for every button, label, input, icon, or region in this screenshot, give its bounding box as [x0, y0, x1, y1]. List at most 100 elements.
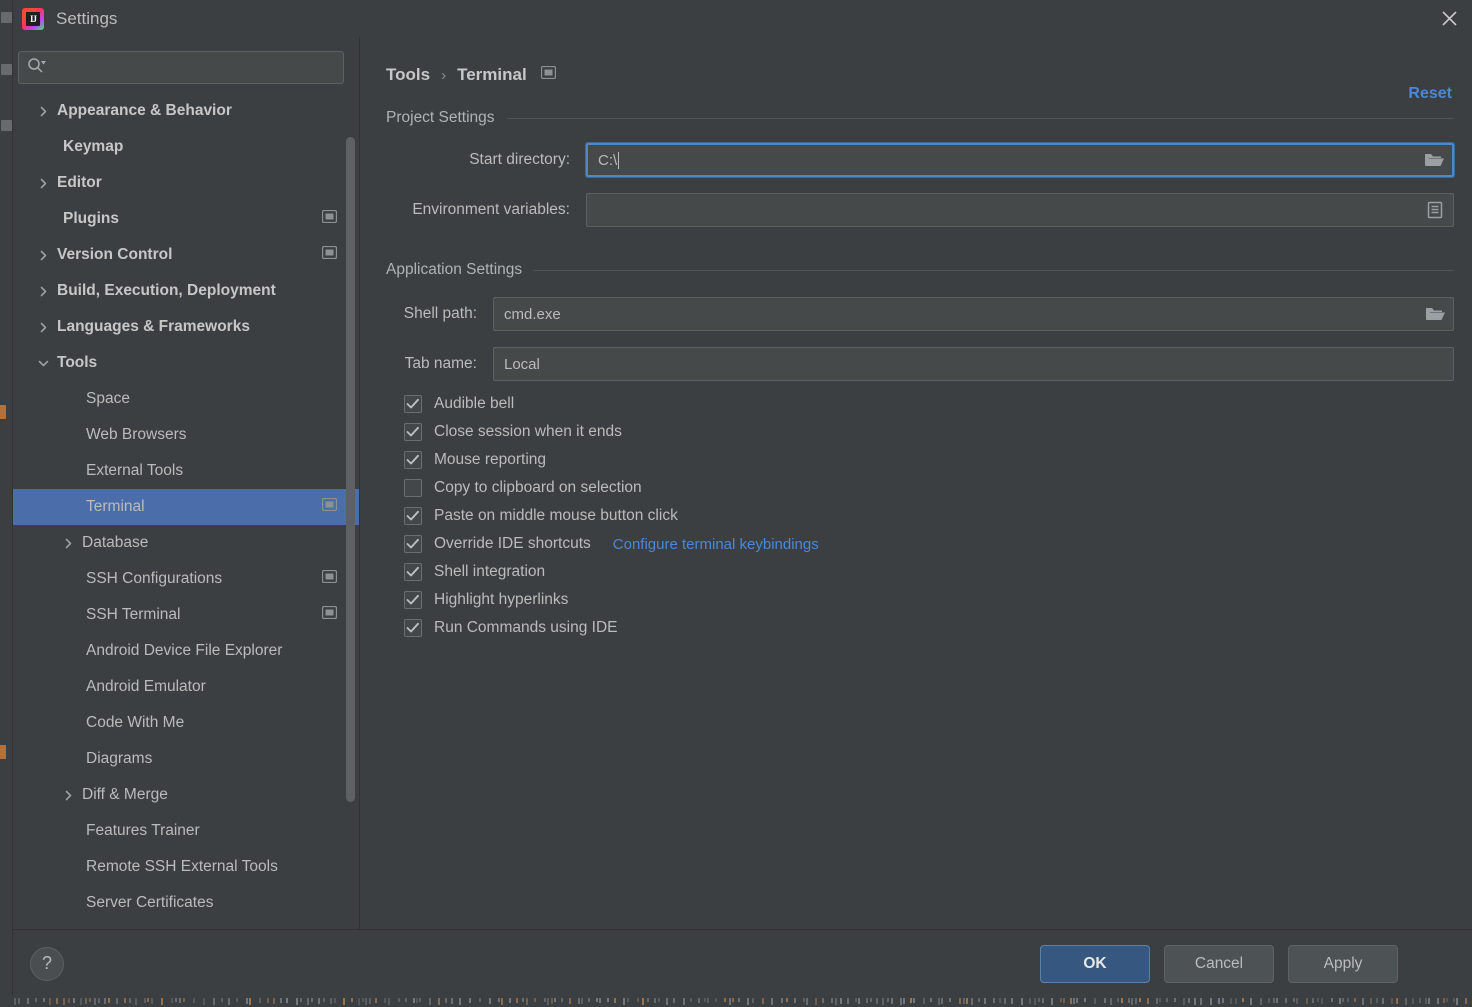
ide-background-text-fragment — [1276, 998, 1278, 1003]
list-document-icon[interactable] — [1423, 199, 1447, 221]
checkbox-close-session-when-it-ends[interactable] — [404, 423, 422, 441]
checkbox-run-commands-using-ide[interactable] — [404, 619, 422, 637]
checkbox-label[interactable]: Mouse reporting — [434, 451, 546, 469]
ide-background-text-fragment — [318, 998, 320, 1004]
checkbox-label[interactable]: Highlight hyperlinks — [434, 591, 568, 609]
search-input[interactable] — [53, 60, 335, 76]
sidebar-item-server-certificates[interactable]: Server Certificates — [13, 885, 359, 921]
footer-buttons: OK Cancel Apply — [1040, 945, 1454, 983]
sidebar-item-android-device-file-explorer[interactable]: Android Device File Explorer — [13, 633, 359, 669]
ide-background-text-fragment — [1376, 998, 1378, 1003]
ide-background-text-fragment — [1250, 998, 1252, 1005]
checkbox-audible-bell[interactable] — [404, 395, 422, 413]
sidebar-item-diff-merge[interactable]: Diff & Merge — [13, 777, 359, 813]
chevron-right-icon[interactable] — [60, 535, 76, 551]
checkbox-label[interactable]: Shell integration — [434, 563, 545, 581]
ide-background-text-fragment — [752, 998, 754, 1003]
sidebar-item-languages-frameworks[interactable]: Languages & Frameworks — [13, 309, 359, 345]
sidebar-item-keymap[interactable]: Keymap — [13, 129, 359, 165]
sidebar-item-code-with-me[interactable]: Code With Me — [13, 705, 359, 741]
ide-background-text-fragment — [1128, 998, 1130, 1003]
search-box[interactable] — [18, 51, 344, 84]
sidebar-item-build-execution-deployment[interactable]: Build, Execution, Deployment — [13, 273, 359, 309]
checkbox-paste-on-middle-mouse-button-click[interactable] — [404, 507, 422, 525]
sidebar-item-ssh-configurations[interactable]: SSH Configurations — [13, 561, 359, 597]
ide-background-text-fragment — [786, 998, 788, 1002]
ide-background-text-fragment — [666, 998, 668, 1005]
sidebar-item-android-emulator[interactable]: Android Emulator — [13, 669, 359, 705]
ide-background-text-fragment — [1200, 998, 1202, 1005]
sidebar-item-label: Version Control — [57, 246, 172, 264]
sidebar-item-external-tools[interactable]: External Tools — [13, 453, 359, 489]
checkbox-label[interactable]: Paste on middle mouse button click — [434, 507, 678, 525]
search-icon — [27, 57, 47, 78]
chevron-right-icon[interactable] — [35, 175, 51, 191]
settings-sidebar: Appearance & BehaviorKeymapEditorPlugins… — [13, 37, 360, 929]
ide-background-text-fragment — [1034, 998, 1036, 1005]
cancel-button[interactable]: Cancel — [1164, 945, 1274, 983]
sidebar-scrollbar[interactable] — [346, 137, 355, 802]
shell-path-field[interactable]: cmd.exe — [493, 297, 1454, 331]
sidebar-item-version-control[interactable]: Version Control — [13, 237, 359, 273]
sidebar-item-diagrams[interactable]: Diagrams — [13, 741, 359, 777]
reset-link[interactable]: Reset — [1408, 85, 1452, 103]
checkbox-shell-integration[interactable] — [404, 563, 422, 581]
sidebar-item-plugins[interactable]: Plugins — [13, 201, 359, 237]
environment-variables-field[interactable] — [586, 193, 1454, 227]
ide-background-text-fragment — [94, 998, 96, 1005]
chevron-right-icon[interactable] — [35, 319, 51, 335]
chevron-down-icon[interactable] — [35, 355, 51, 371]
start-directory-field[interactable]: C:\ — [586, 143, 1454, 177]
ide-background-text-fragment — [876, 998, 878, 1004]
checkbox-label[interactable]: Override IDE shortcuts — [434, 535, 591, 553]
sidebar-item-label: SSH Terminal — [86, 606, 180, 624]
sidebar-item-database[interactable]: Database — [13, 525, 359, 561]
folder-icon[interactable] — [1422, 149, 1446, 171]
ide-background-text-fragment — [762, 998, 764, 1004]
sidebar-item-space[interactable]: Space — [13, 381, 359, 417]
breadcrumb-parent[interactable]: Tools — [386, 65, 430, 85]
chevron-right-icon[interactable] — [35, 283, 51, 299]
folder-icon[interactable] — [1423, 303, 1447, 325]
sidebar-item-features-trainer[interactable]: Features Trainer — [13, 813, 359, 849]
ide-background-text-fragment — [581, 998, 583, 1004]
sidebar-item-web-browsers[interactable]: Web Browsers — [13, 417, 359, 453]
checkbox-label[interactable]: Copy to clipboard on selection — [434, 479, 642, 497]
ide-background-text-fragment — [1465, 998, 1467, 1004]
ide-background-text-fragment — [858, 998, 860, 1004]
sidebar-item-terminal[interactable]: Terminal — [13, 489, 359, 525]
checkbox-highlight-hyperlinks[interactable] — [404, 591, 422, 609]
sidebar-item-remote-ssh-external-tools[interactable]: Remote SSH External Tools — [13, 849, 359, 885]
ide-background-text-fragment — [296, 998, 298, 1005]
checkbox-label[interactable]: Audible bell — [434, 395, 514, 413]
sidebar-item-tools[interactable]: Tools — [13, 345, 359, 381]
sidebar-item-appearance-behavior[interactable]: Appearance & Behavior — [13, 93, 359, 129]
checkbox-label[interactable]: Close session when it ends — [434, 423, 622, 441]
breadcrumb-separator: › — [441, 67, 446, 84]
ok-button[interactable]: OK — [1040, 945, 1150, 983]
checkbox-override-ide-shortcuts[interactable] — [404, 535, 422, 553]
chevron-right-icon[interactable] — [35, 247, 51, 263]
sidebar-item-editor[interactable]: Editor — [13, 165, 359, 201]
checkbox-copy-to-clipboard-on-selection[interactable] — [404, 479, 422, 497]
help-button[interactable]: ? — [30, 947, 64, 981]
ide-background-text-fragment — [882, 998, 884, 1005]
close-icon[interactable] — [1426, 0, 1472, 37]
ide-background-text-fragment — [1174, 998, 1176, 1002]
dialog-body: Appearance & BehaviorKeymapEditorPlugins… — [13, 37, 1472, 929]
apply-button[interactable]: Apply — [1288, 945, 1398, 983]
checkbox-label[interactable]: Run Commands using IDE — [434, 619, 618, 637]
tab-name-field[interactable]: Local — [493, 347, 1454, 381]
ide-background-text-fragment — [554, 998, 556, 1002]
chevron-right-icon[interactable] — [35, 103, 51, 119]
chevron-right-icon[interactable] — [60, 787, 76, 803]
configure-terminal-keybindings-link[interactable]: Configure terminal keybindings — [613, 536, 819, 553]
ide-background-text-fragment — [561, 998, 563, 1002]
checkbox-row: Highlight hyperlinks — [404, 591, 1454, 609]
ide-background-text-fragment — [135, 998, 137, 1005]
tab-name-value: Local — [504, 356, 540, 373]
checkbox-row: Shell integration — [404, 563, 1454, 581]
ide-background-text-fragment — [642, 998, 644, 1005]
checkbox-mouse-reporting[interactable] — [404, 451, 422, 469]
sidebar-item-ssh-terminal[interactable]: SSH Terminal — [13, 597, 359, 633]
